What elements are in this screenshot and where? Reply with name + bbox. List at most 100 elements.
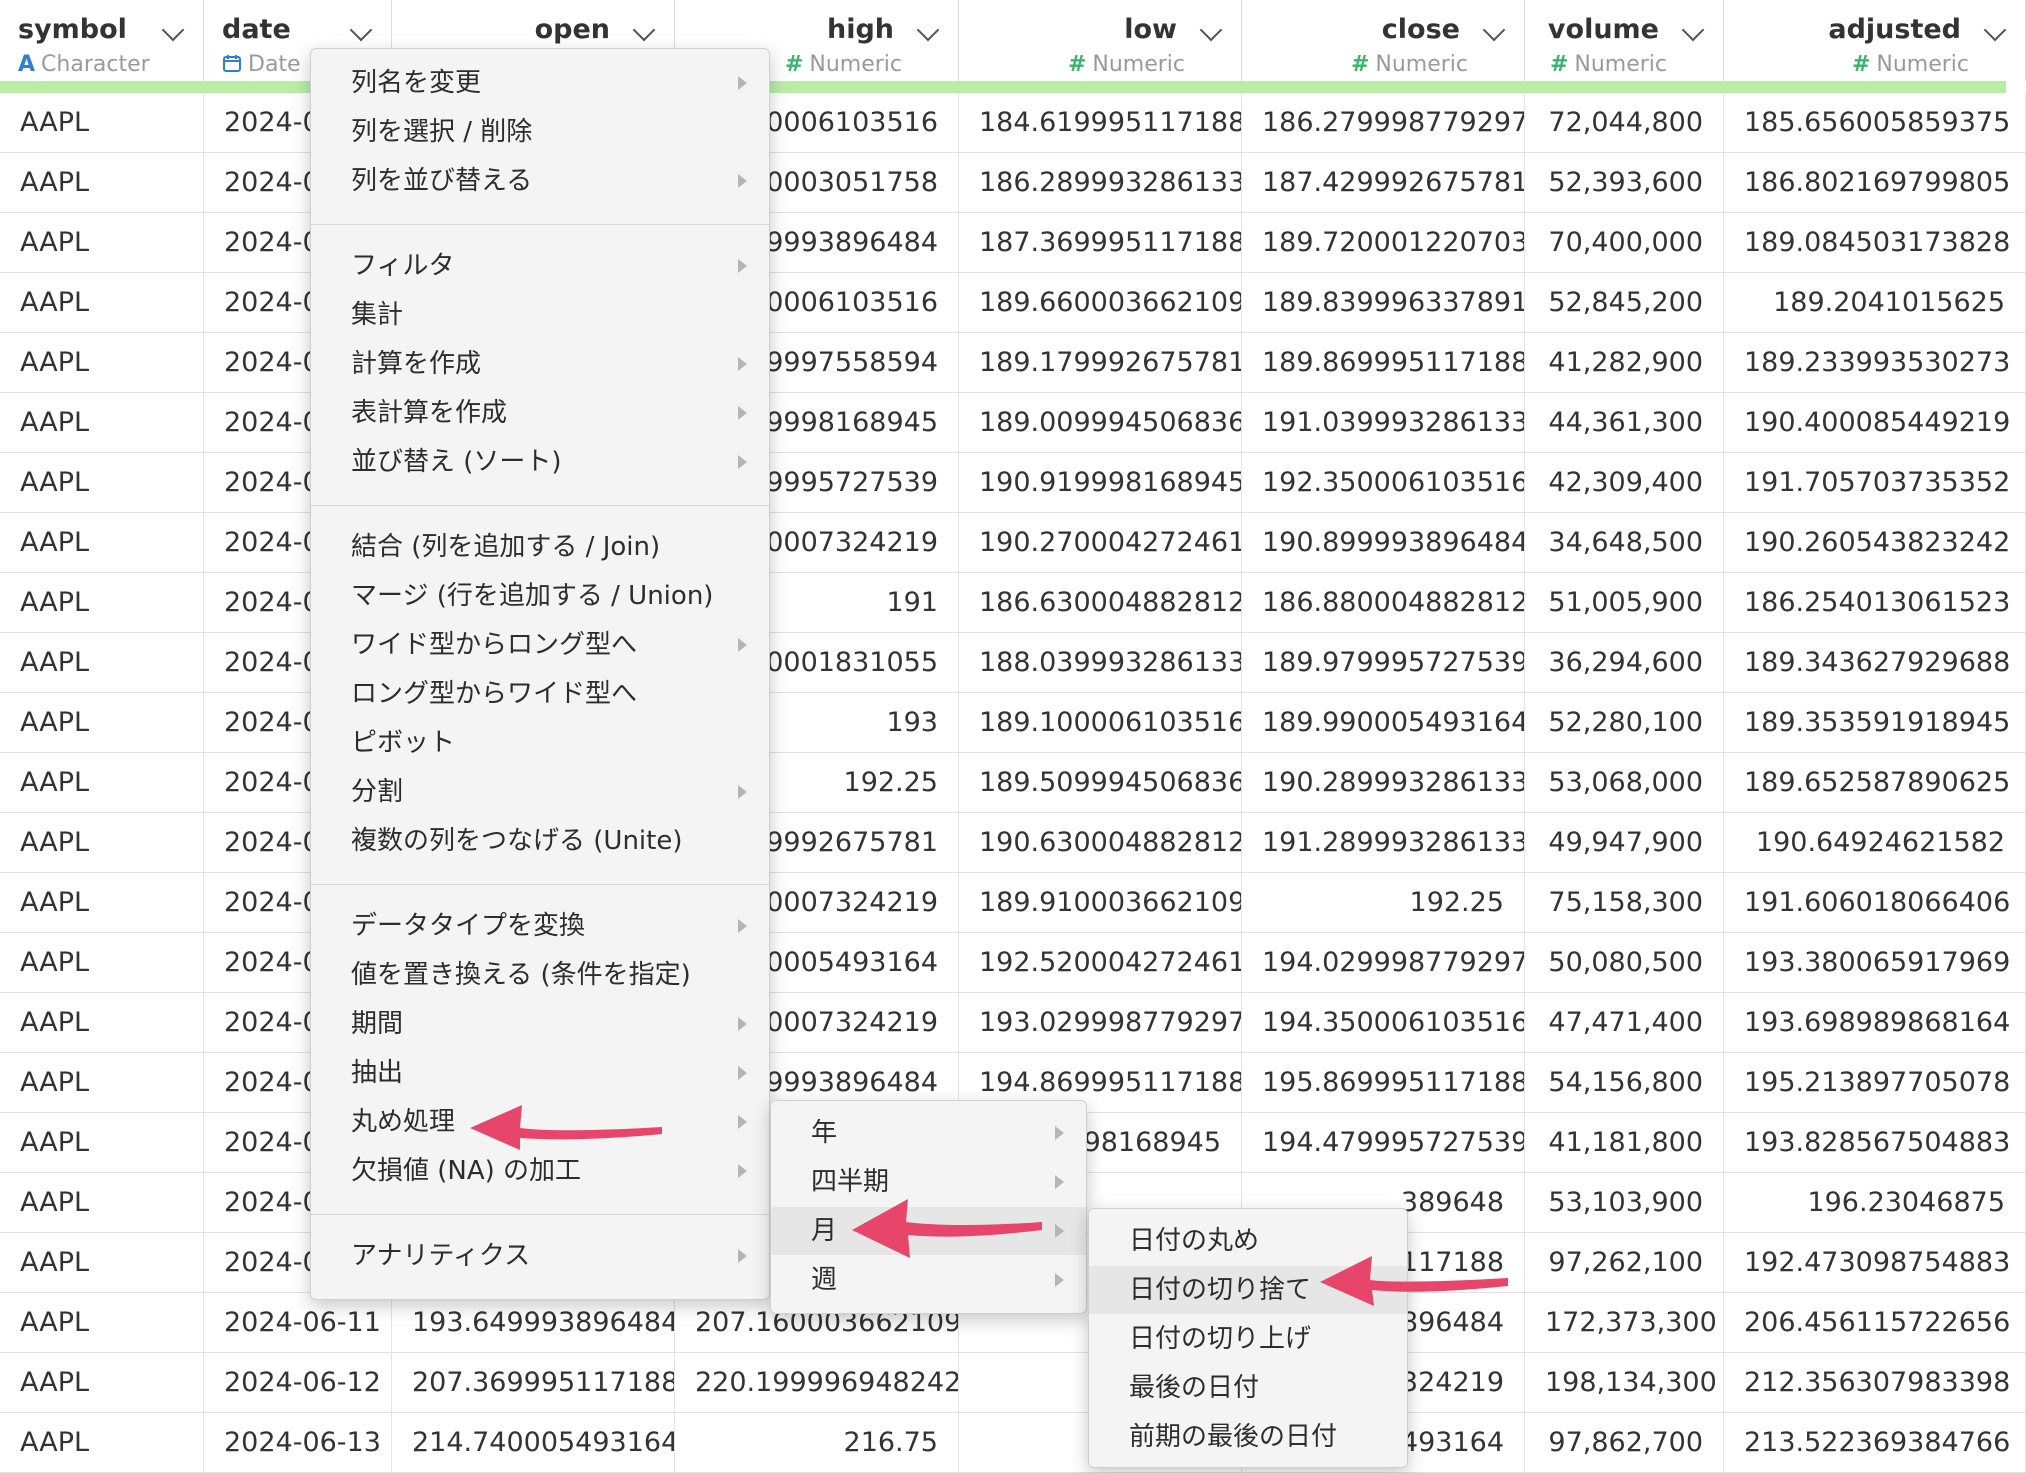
cell-close[interactable]: 190.289993286133: [1242, 753, 1525, 813]
cell-close[interactable]: 194.350006103516: [1242, 993, 1525, 1053]
cell-symbol[interactable]: AAPL: [0, 873, 204, 933]
month-option[interactable]: 日付の切り上げ: [1089, 1315, 1407, 1363]
table-row[interactable]: AAPL 2024-0 19998168945 189.009994506836 191…: [0, 393, 2026, 453]
cell-close[interactable]: 194.029998779297: [1242, 933, 1525, 993]
cell-close[interactable]: 192.350006103516: [1242, 453, 1525, 513]
cell-symbol[interactable]: AAPL: [0, 813, 204, 873]
chevron-down-icon[interactable]: [1983, 18, 2007, 42]
cell-adjusted[interactable]: 191.606018066406: [1724, 873, 2026, 933]
chevron-down-icon[interactable]: [1681, 18, 1705, 42]
rounding-option[interactable]: 年: [771, 1109, 1086, 1157]
cell-symbol[interactable]: AAPL: [0, 573, 204, 633]
menu-item[interactable]: マージ (行を追加する / Union): [311, 572, 769, 620]
cell-symbol[interactable]: AAPL: [0, 1233, 204, 1293]
menu-item[interactable]: 期間: [311, 1000, 769, 1048]
cell-adjusted[interactable]: 189.2041015625: [1724, 273, 2026, 333]
cell-symbol[interactable]: AAPL: [0, 1113, 204, 1173]
table-row[interactable]: AAPL 2024-0 00006103516 184.619995117188 186…: [0, 93, 2026, 153]
menu-item[interactable]: データタイプを変換: [311, 902, 769, 950]
cell-low[interactable]: 189.179992675781: [959, 333, 1242, 393]
cell-symbol[interactable]: AAPL: [0, 1053, 204, 1113]
cell-close[interactable]: 189.720001220703: [1242, 213, 1525, 273]
month-option[interactable]: 最後の日付: [1089, 1364, 1407, 1412]
cell-adjusted[interactable]: 190.400085449219: [1724, 393, 2026, 453]
table-row[interactable]: AAPL 2024-0 49993896484 187.369995117188 189…: [0, 213, 2026, 273]
cell-low[interactable]: 192.520004272461: [959, 933, 1242, 993]
menu-item[interactable]: 丸め処理: [311, 1098, 769, 1146]
menu-item[interactable]: 列を並び替える: [311, 157, 769, 205]
cell-close[interactable]: 189.839996337891: [1242, 273, 1525, 333]
menu-item[interactable]: 複数の列をつなげる (Unite): [311, 817, 769, 865]
table-row[interactable]: AAPL 2024-06-12 207.369995117188 220.199996…: [0, 1353, 2026, 1413]
column-header-volume[interactable]: volume # Numeric: [1525, 0, 1724, 81]
cell-low[interactable]: 188.039993286133: [959, 633, 1242, 693]
chevron-down-icon[interactable]: [1482, 18, 1506, 42]
table-row[interactable]: AAPL 2024-0 191 186.630004882812 186.8800048…: [0, 573, 2026, 633]
month-option[interactable]: 日付の切り捨て: [1089, 1266, 1407, 1314]
table-row[interactable]: AAPL 2024-0 09997558594 189.179992675781 189…: [0, 333, 2026, 393]
cell-adjusted[interactable]: 190.64924621582: [1724, 813, 2026, 873]
cell-volume[interactable]: 36,294,600: [1525, 633, 1724, 693]
chevron-down-icon[interactable]: [161, 18, 185, 42]
table-row[interactable]: AAPL 2024-0 90005493164 192.520004272461 194…: [0, 933, 2026, 993]
cell-adjusted[interactable]: 189.084503173828: [1724, 213, 2026, 273]
cell-symbol[interactable]: AAPL: [0, 453, 204, 513]
cell-low[interactable]: 189.100006103516: [959, 693, 1242, 753]
chevron-down-icon[interactable]: [349, 18, 373, 42]
cell-symbol[interactable]: AAPL: [0, 933, 204, 993]
cell-adjusted[interactable]: 191.705703735352: [1724, 453, 2026, 513]
menu-item[interactable]: 計算を作成: [311, 340, 769, 388]
table-row[interactable]: AAPL 2024-0 192.25 189.509994506836 190.2899…: [0, 753, 2026, 813]
menu-item[interactable]: ロング型からワイド型へ: [311, 670, 769, 718]
cell-volume[interactable]: 41,282,900: [1525, 333, 1724, 393]
cell-date[interactable]: 2024-06-13: [204, 1413, 392, 1473]
cell-symbol[interactable]: AAPL: [0, 1293, 204, 1353]
cell-symbol[interactable]: AAPL: [0, 1413, 204, 1473]
cell-close[interactable]: 189.990005493164: [1242, 693, 1525, 753]
cell-close[interactable]: 190.899993896484: [1242, 513, 1525, 573]
chevron-down-icon[interactable]: [1199, 18, 1223, 42]
cell-open[interactable]: 207.369995117188: [392, 1353, 675, 1413]
cell-low[interactable]: 186.289993286133: [959, 153, 1242, 213]
table-row[interactable]: AAPL2024-06-13214.740005493164216.75211.…: [0, 1413, 2026, 1473]
cell-close[interactable]: 192.25: [1242, 873, 1525, 933]
cell-low[interactable]: 190.630004882812: [959, 813, 1242, 873]
cell-adjusted[interactable]: 206.456115722656: [1724, 1293, 2026, 1353]
menu-item[interactable]: ワイド型からロング型へ: [311, 621, 769, 669]
cell-volume[interactable]: 54,156,800: [1525, 1053, 1724, 1113]
menu-item[interactable]: 欠損値 (NA) の加工: [311, 1147, 769, 1195]
cell-low[interactable]: 186.630004882812: [959, 573, 1242, 633]
table-row[interactable]: AAPL 2024-0 193 189.100006103516 189.9900054…: [0, 693, 2026, 753]
menu-item[interactable]: ピボット: [311, 719, 769, 767]
cell-adjusted[interactable]: 190.260543823242: [1724, 513, 2026, 573]
table-row[interactable]: AAPL 2024-0 00003051758 186.289993286133 187…: [0, 153, 2026, 213]
menu-item[interactable]: 並び替え (ソート): [311, 438, 769, 486]
cell-volume[interactable]: 75,158,300: [1525, 873, 1724, 933]
cell-symbol[interactable]: AAPL: [0, 93, 204, 153]
cell-low[interactable]: 193.029998779297: [959, 993, 1242, 1053]
cell-close[interactable]: 187.429992675781: [1242, 153, 1525, 213]
rounding-option[interactable]: 月: [771, 1207, 1086, 1255]
menu-item[interactable]: フィルタ: [311, 242, 769, 290]
cell-close[interactable]: 191.039993286133: [1242, 393, 1525, 453]
cell-volume[interactable]: 41,181,800: [1525, 1113, 1724, 1173]
cell-symbol[interactable]: AAPL: [0, 213, 204, 273]
cell-adjusted[interactable]: 186.802169799805: [1724, 153, 2026, 213]
cell-close[interactable]: 189.869995117188: [1242, 333, 1525, 393]
cell-adjusted[interactable]: 213.522369384766: [1724, 1413, 2026, 1473]
table-row[interactable]: AAPL 2024-0 29995727539 190.919998168945 192…: [0, 453, 2026, 513]
cell-adjusted[interactable]: 196.23046875: [1724, 1173, 2026, 1233]
column-header-adjusted[interactable]: adjusted # Numeric: [1724, 0, 2026, 81]
cell-symbol[interactable]: AAPL: [0, 153, 204, 213]
cell-adjusted[interactable]: 186.254013061523: [1724, 573, 2026, 633]
cell-symbol[interactable]: AAPL: [0, 1353, 204, 1413]
cell-low[interactable]: 189.660003662109: [959, 273, 1242, 333]
cell-volume[interactable]: 172,373,300: [1525, 1293, 1724, 1353]
cell-volume[interactable]: 44,361,300: [1525, 393, 1724, 453]
cell-open[interactable]: 214.740005493164: [392, 1413, 675, 1473]
table-row[interactable]: AAPL 2024-0 70007324219 189.910003662109 192…: [0, 873, 2026, 933]
cell-adjusted[interactable]: 189.233993530273: [1724, 333, 2026, 393]
cell-low[interactable]: 187.369995117188: [959, 213, 1242, 273]
cell-symbol[interactable]: AAPL: [0, 693, 204, 753]
cell-symbol[interactable]: AAPL: [0, 1173, 204, 1233]
